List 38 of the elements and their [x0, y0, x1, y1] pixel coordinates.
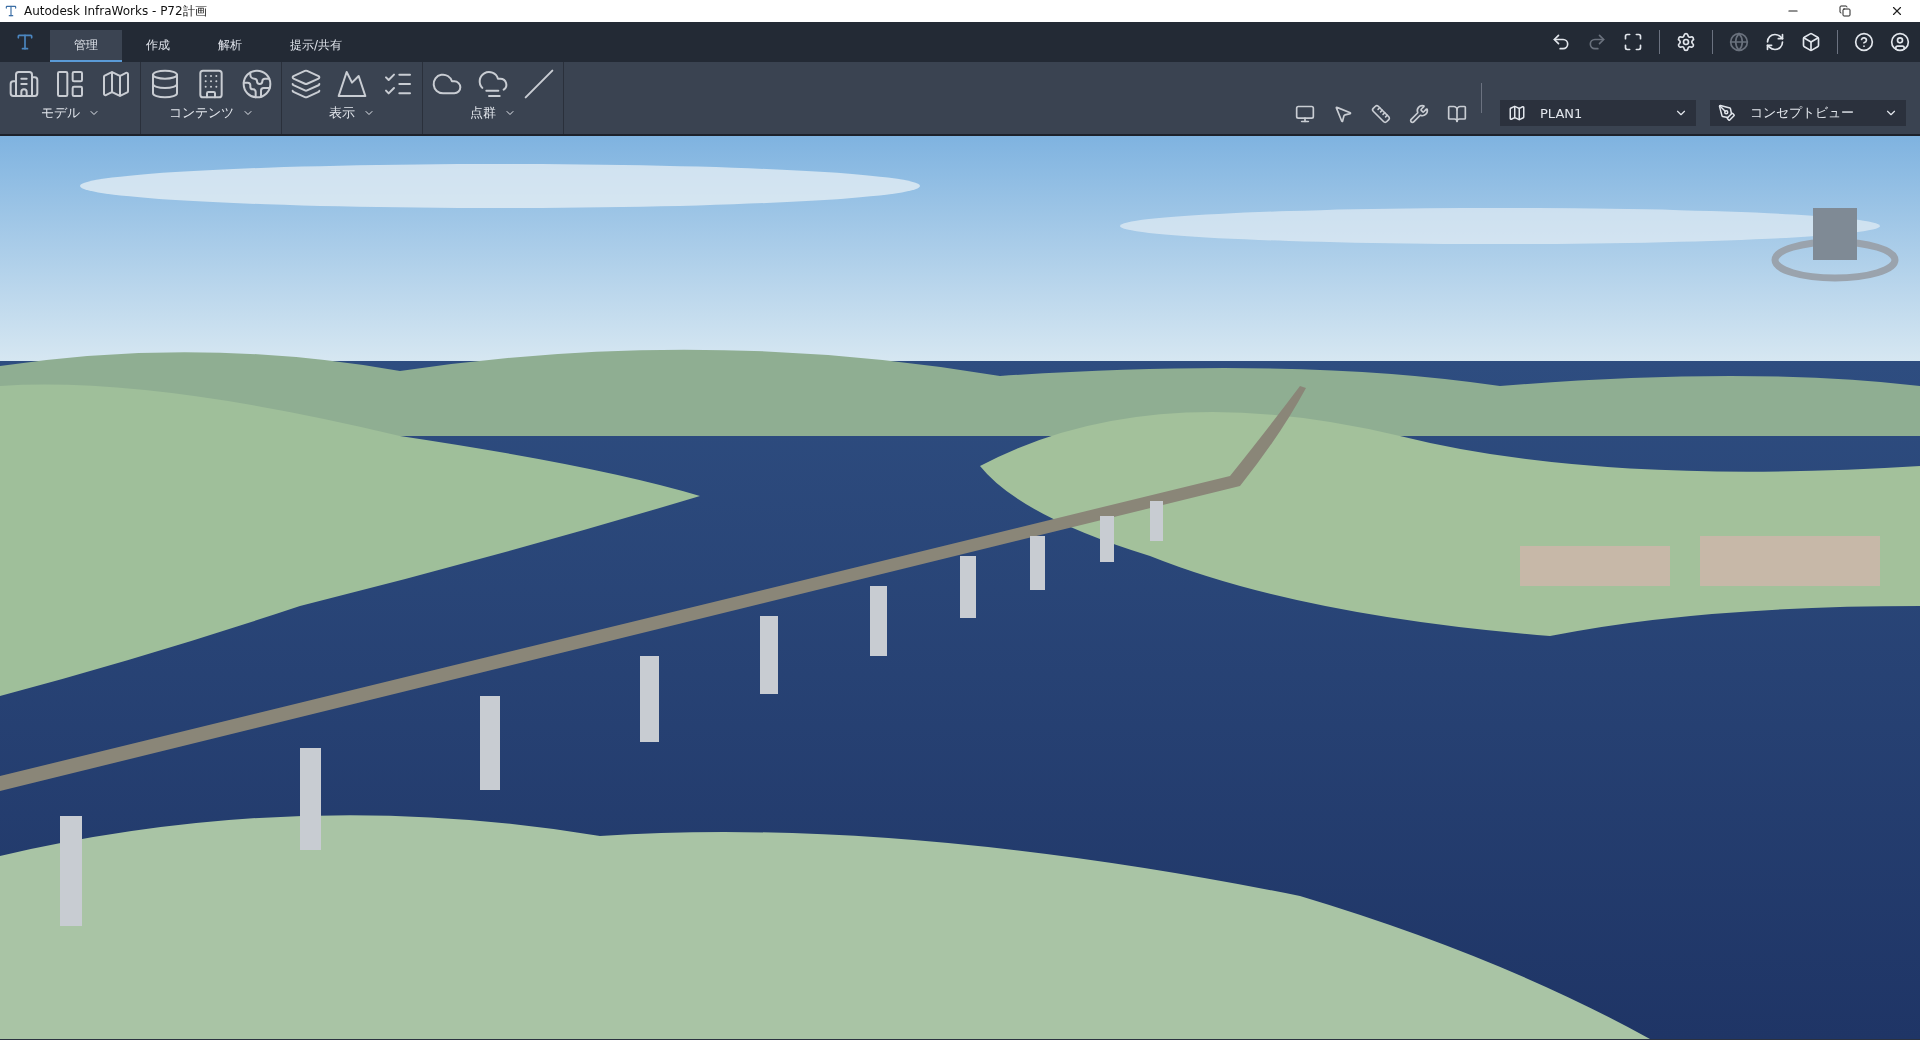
- tools-icon[interactable]: [1409, 104, 1429, 124]
- ribbon-tab[interactable]: 解析: [194, 30, 266, 62]
- map-sheet-icon[interactable]: [100, 68, 132, 100]
- dropdown-value: PLAN1: [1540, 105, 1584, 121]
- building-grid-icon[interactable]: [8, 68, 40, 100]
- sync-icon[interactable]: [1765, 32, 1785, 52]
- help-icon[interactable]: [1854, 32, 1874, 52]
- map-sheet-icon: [1508, 104, 1526, 122]
- book-icon[interactable]: [1447, 104, 1467, 124]
- user-avatar-icon[interactable]: [1890, 32, 1910, 52]
- ruler-icon[interactable]: [1371, 104, 1391, 124]
- ribbon-tab[interactable]: 作成: [122, 30, 194, 62]
- pointer-icon[interactable]: [1333, 104, 1353, 124]
- mountains-icon[interactable]: [336, 68, 368, 100]
- ribbon-group-dropdown[interactable]: コンテンツ: [168, 104, 254, 122]
- fit-view-icon[interactable]: [1623, 32, 1643, 52]
- app-logo-icon[interactable]: [15, 32, 35, 52]
- ribbon-group-dropdown[interactable]: モデル: [40, 104, 100, 122]
- ribbon-group-dropdown[interactable]: 表示: [329, 104, 375, 122]
- undo-icon[interactable]: [1551, 32, 1571, 52]
- dropdown-value: コンセプトビュー: [1750, 104, 1855, 122]
- ribbon-group-dropdown[interactable]: 点群: [470, 104, 516, 122]
- restore-icon: [1839, 5, 1851, 17]
- app-logo-icon: [4, 4, 18, 18]
- ribbon-tab[interactable]: 管理: [50, 30, 122, 62]
- pen-icon: [1718, 104, 1736, 122]
- window-title: Autodesk InfraWorks - P72計画: [24, 2, 208, 20]
- close-icon: [1890, 4, 1904, 18]
- ribbon-tab[interactable]: 提示/共有: [266, 30, 367, 62]
- view-dropdown[interactable]: PLAN1: [1500, 100, 1696, 126]
- panel-layout-icon[interactable]: [54, 68, 86, 100]
- cube-share-icon[interactable]: [1801, 32, 1821, 52]
- monitor-icon[interactable]: [1295, 104, 1315, 124]
- settings-icon[interactable]: [1676, 32, 1696, 52]
- database-icon[interactable]: [149, 68, 181, 100]
- globe-grid-icon[interactable]: [241, 68, 273, 100]
- view-dropdown[interactable]: コンセプトビュー: [1710, 100, 1906, 126]
- layers-icon[interactable]: [290, 68, 322, 100]
